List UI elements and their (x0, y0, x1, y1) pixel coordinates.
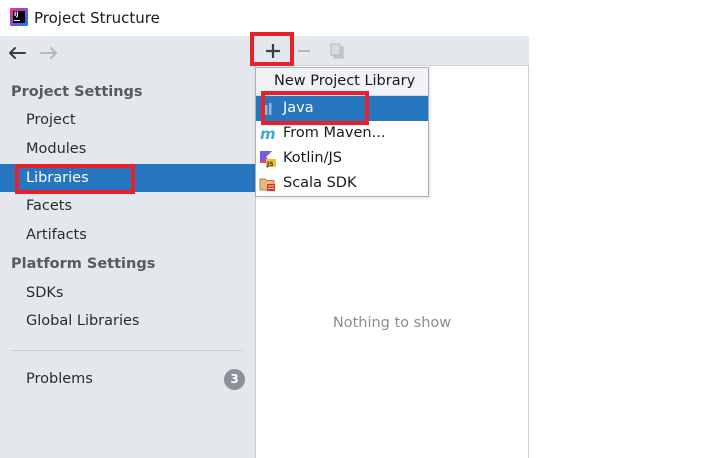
popup-item-label: Kotlin/JS (283, 150, 342, 166)
problems-label: Problems (26, 371, 93, 387)
project-settings-header: Project Settings (11, 84, 143, 100)
copy-icon[interactable] (326, 40, 348, 62)
scala-sdk-icon (259, 175, 277, 193)
svg-text:m: m (260, 125, 276, 143)
title-bar: IJ Project Structure (0, 0, 701, 36)
sidebar-item-modules[interactable]: Modules (0, 135, 255, 163)
navigation-arrows (8, 42, 58, 64)
kotlin-js-icon: JS (259, 150, 277, 168)
highlight-libraries-item (15, 164, 135, 194)
sidebar-item-facets[interactable]: Facets (0, 192, 255, 220)
popup-item-scala-sdk[interactable]: Scala SDK (256, 171, 428, 196)
problems-count-badge: 3 (224, 369, 245, 390)
sidebar-item-project[interactable]: Project (0, 106, 255, 134)
empty-list-message: Nothing to show (332, 315, 452, 331)
popup-item-label: Scala SDK (283, 175, 357, 191)
sidebar-item-global-libraries[interactable]: Global Libraries (0, 307, 255, 335)
popup-item-kotlin-js[interactable]: JS Kotlin/JS (256, 146, 428, 171)
platform-settings-header: Platform Settings (11, 256, 156, 272)
arrow-right-icon[interactable] (40, 46, 58, 60)
sidebar-item-problems[interactable]: Problems (0, 365, 255, 393)
sidebar-item-artifacts[interactable]: Artifacts (0, 221, 255, 249)
popup-item-label: From Maven... (283, 125, 386, 141)
svg-text:JS: JS (266, 161, 274, 168)
sidebar-divider (11, 350, 243, 351)
highlight-add-button (250, 32, 294, 66)
new-project-library-popup: New Project Library Java m From Maven... (255, 67, 429, 197)
maven-icon: m (259, 125, 277, 143)
intellij-idea-icon: IJ (10, 8, 28, 26)
minus-icon[interactable] (293, 40, 315, 62)
sidebar-item-sdks[interactable]: SDKs (0, 279, 255, 307)
details-pane (529, 36, 701, 458)
window-title: Project Structure (34, 9, 160, 27)
highlight-java-item (261, 91, 369, 125)
arrow-left-icon[interactable] (8, 46, 26, 60)
